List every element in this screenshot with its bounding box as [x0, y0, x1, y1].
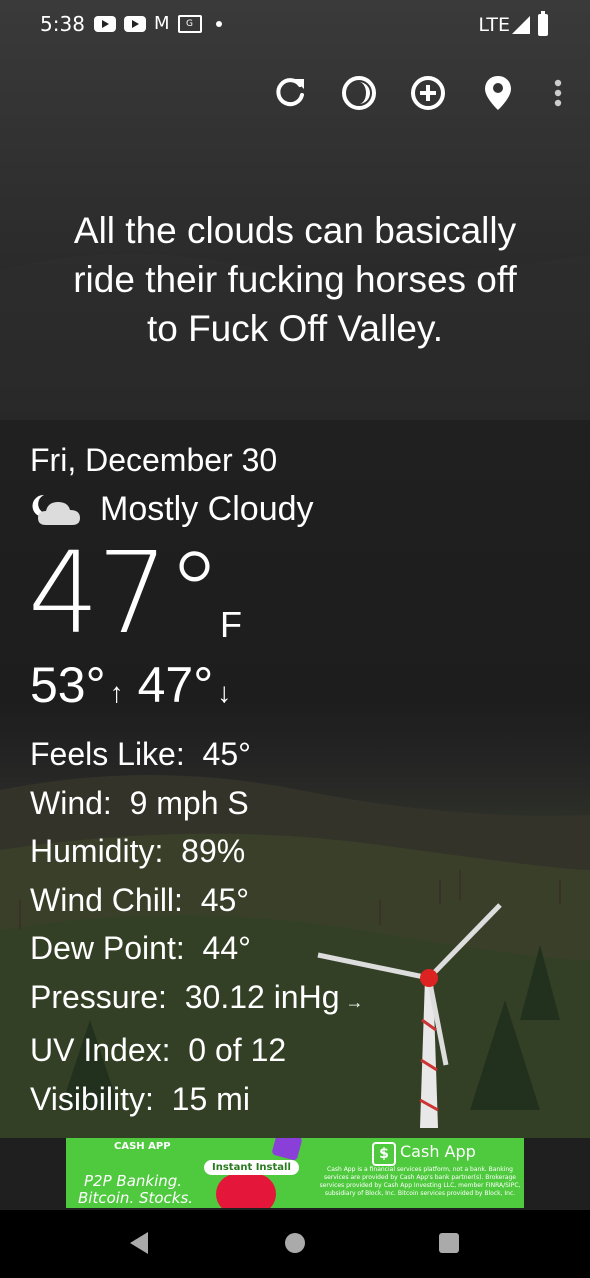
- detail-value: 0 of 12: [188, 1032, 287, 1068]
- condition-label: Mostly Cloudy: [100, 490, 314, 528]
- ad-banner[interactable]: CASH APP P2P Banking. Bitcoin. Stocks. I…: [66, 1138, 524, 1208]
- status-bar: 5:38 M G LTE: [0, 0, 590, 52]
- detail-row-wind: Wind: 9 mph S: [30, 779, 364, 828]
- dot-icon: [215, 21, 222, 27]
- recents-icon[interactable]: [439, 1233, 459, 1253]
- ad-app-name: Cash App: [400, 1142, 476, 1161]
- youtube-icon: [94, 16, 116, 32]
- detail-value: 9 mph S: [129, 784, 249, 821]
- location-pin-icon: [485, 76, 511, 110]
- detail-label: Humidity:: [30, 833, 164, 869]
- up-arrow-icon: ↑: [109, 677, 124, 708]
- theme-button[interactable]: [336, 70, 382, 116]
- navigation-bar: [0, 1210, 590, 1278]
- add-location-button[interactable]: [405, 70, 451, 116]
- detail-row-visibility: Visibility: 15 mi: [30, 1075, 364, 1124]
- detail-label: Wind:: [30, 784, 112, 821]
- detail-row-wind-chill: Wind Chill: 45°: [30, 876, 364, 925]
- gmail-icon: M: [154, 13, 170, 34]
- refresh-icon: [276, 78, 304, 107]
- cash-app-logo-icon: $: [372, 1142, 396, 1166]
- detail-row-humidity: Humidity: 89%: [30, 827, 364, 876]
- back-icon[interactable]: [130, 1232, 148, 1254]
- detail-row-dew-point: Dew Point: 44°: [30, 924, 364, 973]
- status-time: 5:38: [40, 12, 85, 36]
- ad-phone-graphic: [216, 1174, 276, 1208]
- weather-quote: All the clouds can basically ride their …: [20, 206, 570, 353]
- weather-details: Feels Like: 45° Wind: 9 mph S Humidity: …: [30, 730, 364, 1123]
- high-temperature: 53°: [30, 657, 106, 713]
- detail-value: 45°: [202, 736, 251, 772]
- detail-value: 44°: [202, 930, 251, 966]
- refresh-button[interactable]: [267, 70, 313, 116]
- high-low-row: 53° ↑ 47° ↓: [30, 656, 245, 714]
- more-vert-icon: [554, 79, 562, 107]
- detail-row-pressure: Pressure: 30.12 inHg →: [30, 973, 364, 1027]
- ad-tagline: P2P Banking.: [84, 1172, 183, 1190]
- temperature-unit: F: [220, 604, 242, 645]
- youtube-icon: [124, 16, 146, 32]
- night-cloudy-icon: [32, 494, 80, 525]
- down-arrow-icon: ↓: [217, 677, 232, 708]
- quote-line: All the clouds can basically: [73, 210, 517, 251]
- ad-graphic: [271, 1138, 303, 1161]
- detail-label: Dew Point:: [30, 930, 185, 966]
- detail-label: Feels Like:: [30, 736, 185, 772]
- pressure-trend-icon: →: [345, 991, 364, 1012]
- detail-row-uv-index: UV Index: 0 of 12: [30, 1026, 364, 1075]
- ad-brand-label: CASH APP: [114, 1141, 171, 1152]
- ad-install-button[interactable]: Instant Install: [204, 1160, 299, 1175]
- detail-value: 30.12 inHg: [184, 978, 340, 1015]
- toolbar: [0, 70, 590, 120]
- detail-label: Wind Chill:: [30, 881, 183, 918]
- detail-value: 89%: [181, 833, 246, 869]
- current-temperature: 47°: [28, 529, 223, 659]
- news-icon: G: [177, 15, 202, 33]
- quote-line: to Fuck Off Valley.: [146, 308, 444, 349]
- ad-tagline: Bitcoin. Stocks.: [78, 1189, 194, 1207]
- ad-disclaimer: Cash App is a financial services platfor…: [319, 1166, 521, 1197]
- battery-icon: [538, 11, 548, 36]
- quote-line: ride their fucking horses off: [73, 259, 517, 300]
- detail-row-feels-like: Feels Like: 45°: [30, 730, 364, 779]
- detail-label: UV Index:: [30, 1032, 171, 1068]
- more-options-button[interactable]: [535, 70, 581, 116]
- condition-row: Mostly Cloudy: [30, 490, 314, 529]
- location-button[interactable]: [475, 70, 521, 116]
- theme-icon: [342, 76, 376, 110]
- date-label: Fri, December 30: [30, 442, 278, 478]
- detail-value: 15 mi: [171, 1080, 250, 1117]
- notification-icons: M G: [94, 15, 222, 33]
- low-temperature: 47°: [137, 657, 214, 713]
- detail-value: 45°: [200, 881, 250, 918]
- home-icon[interactable]: [285, 1233, 305, 1253]
- add-location-icon: [411, 76, 445, 110]
- detail-label: Visibility:: [30, 1080, 154, 1117]
- signal-icon: [512, 16, 530, 34]
- detail-label: Pressure:: [30, 978, 167, 1015]
- network-type: LTE: [478, 14, 510, 36]
